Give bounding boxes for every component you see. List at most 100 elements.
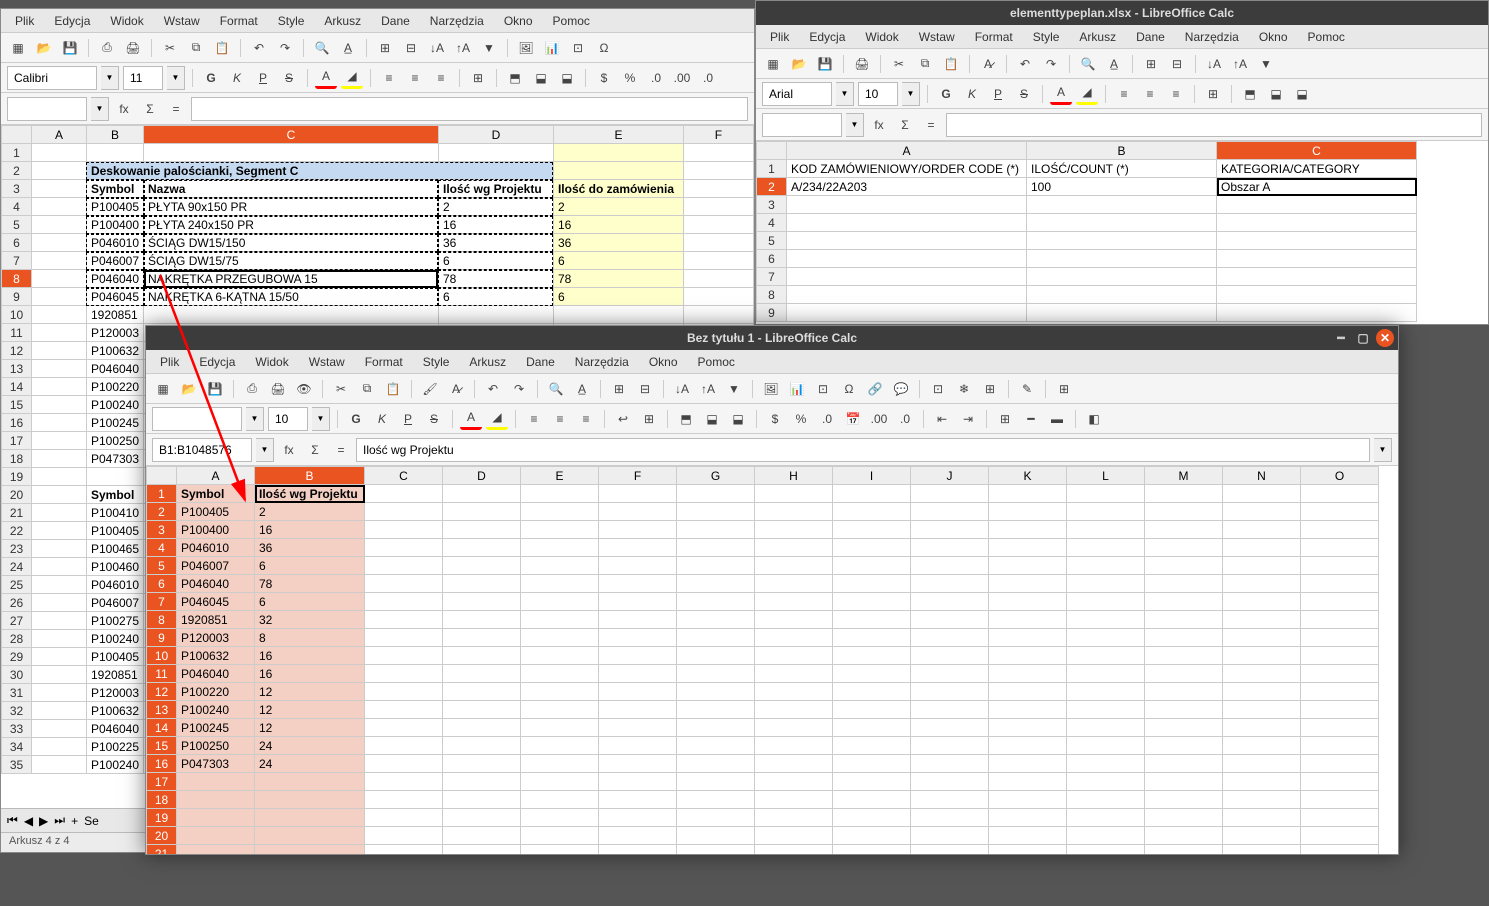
cell[interactable]: Symbol — [177, 485, 255, 503]
cell[interactable]: P120003 — [177, 629, 255, 647]
date-icon[interactable]: 📅 — [842, 408, 864, 430]
cell[interactable]: P046010 — [86, 576, 143, 594]
cell[interactable]: P100465 — [86, 540, 143, 558]
underline-icon[interactable]: P — [397, 408, 419, 430]
cell[interactable]: P100405 — [86, 198, 143, 216]
align-center-icon[interactable]: ≡ — [1139, 83, 1161, 105]
extension-icon[interactable]: ⊞ — [1053, 378, 1075, 400]
formula-input[interactable] — [191, 97, 748, 121]
export-pdf-icon[interactable]: ⎙ — [96, 37, 118, 59]
find-icon[interactable]: 🔍 — [311, 37, 333, 59]
cell[interactable]: P100220 — [177, 683, 255, 701]
special-char-icon[interactable]: Ω — [838, 378, 860, 400]
minimize-icon[interactable]: ━ — [1332, 329, 1350, 347]
cell-reference-input[interactable] — [7, 97, 87, 121]
active-cell[interactable]: Ilość wg Projektu — [255, 485, 365, 503]
cell[interactable]: KOD ZAMÓWIENIOWY/ORDER CODE (*) — [787, 160, 1027, 178]
cell[interactable]: P100405 — [177, 503, 255, 521]
fx-icon[interactable]: fx — [868, 114, 890, 136]
image-icon[interactable]: 🖼 — [760, 378, 782, 400]
cell[interactable]: 1920851 — [86, 306, 143, 324]
menu-item[interactable]: Widok — [247, 352, 296, 372]
hyperlink-icon[interactable]: 🔗 — [864, 378, 886, 400]
copy-icon[interactable]: ⧉ — [185, 37, 207, 59]
menu-item[interactable]: Plik — [762, 27, 797, 47]
undo-icon[interactable]: ↶ — [482, 378, 504, 400]
spellcheck-icon[interactable]: A̲ — [571, 378, 593, 400]
menu-item[interactable]: Plik — [152, 352, 187, 372]
border-color-icon[interactable]: ▬ — [1046, 408, 1068, 430]
font-dropdown-icon[interactable]: ▼ — [246, 407, 264, 431]
cell[interactable]: 78 — [553, 270, 683, 288]
bold-icon[interactable]: G — [200, 67, 222, 89]
cut-icon[interactable]: ✂ — [330, 378, 352, 400]
special-char-icon[interactable]: Ω — [593, 37, 615, 59]
font-name-input[interactable]: Arial — [762, 82, 832, 106]
col-header[interactable]: F — [683, 126, 753, 144]
cell[interactable]: 36 — [438, 234, 553, 252]
col-header-selected[interactable]: B — [255, 467, 365, 485]
cell[interactable]: 8 — [255, 629, 365, 647]
menu-item[interactable]: Style — [1025, 27, 1068, 47]
menu-item[interactable]: Arkusz — [461, 352, 514, 372]
font-color-icon[interactable]: A — [315, 67, 337, 89]
cell-reference-input[interactable]: B1:B1048576 — [152, 438, 252, 462]
save-icon[interactable]: 💾 — [204, 378, 226, 400]
col-icon[interactable]: ⊟ — [400, 37, 422, 59]
sort-desc-icon[interactable]: ↑A — [697, 378, 719, 400]
menu-item[interactable]: Style — [270, 11, 313, 31]
cell[interactable]: 78 — [255, 575, 365, 593]
percent-icon[interactable]: % — [790, 408, 812, 430]
titlebar-3[interactable]: Bez tytułu 1 - LibreOffice Calc ━ ▢ ✕ — [146, 326, 1398, 350]
chart-icon[interactable]: 📊 — [541, 37, 563, 59]
highlight-icon[interactable]: ◢ — [1076, 83, 1098, 105]
cut-icon[interactable]: ✂ — [159, 37, 181, 59]
cell[interactable]: P046007 — [86, 252, 143, 270]
size-dropdown-icon[interactable]: ▼ — [312, 407, 330, 431]
col-header[interactable]: E — [521, 467, 599, 485]
col-icon[interactable]: ⊟ — [1166, 53, 1188, 75]
cell[interactable]: 16 — [438, 216, 553, 234]
align-right-icon[interactable]: ≡ — [1165, 83, 1187, 105]
cell[interactable]: P047303 — [177, 755, 255, 773]
currency-icon[interactable]: $ — [593, 67, 615, 89]
currency-icon[interactable]: $ — [764, 408, 786, 430]
col-header[interactable]: C — [365, 467, 443, 485]
sheet-grid-3[interactable]: A B C D E F G H I J K L M N O 1SymbolIlo… — [146, 466, 1398, 854]
cell[interactable]: P100632 — [177, 647, 255, 665]
col-header[interactable]: D — [438, 126, 553, 144]
cell[interactable]: P120003 — [86, 684, 143, 702]
col-header-selected[interactable]: C — [144, 126, 439, 144]
save-icon[interactable]: 💾 — [59, 37, 81, 59]
decimal-dec-icon[interactable]: .0 — [894, 408, 916, 430]
borders-icon[interactable]: ⊞ — [994, 408, 1016, 430]
print-icon[interactable]: 🖨 — [267, 378, 289, 400]
cell[interactable]: P100400 — [177, 521, 255, 539]
col-header[interactable]: N — [1223, 467, 1301, 485]
cell[interactable]: 16 — [255, 665, 365, 683]
cell[interactable]: 32 — [255, 611, 365, 629]
cellref-dropdown-icon[interactable]: ▼ — [91, 97, 109, 121]
active-cell[interactable]: NAKRĘTKA PRZEGUBOWA 15 — [144, 270, 439, 288]
merge-icon[interactable]: ⊞ — [638, 408, 660, 430]
col-header[interactable]: H — [755, 467, 833, 485]
paste-icon[interactable]: 📋 — [382, 378, 404, 400]
pivot-icon[interactable]: ⊡ — [567, 37, 589, 59]
font-name-input[interactable] — [152, 407, 242, 431]
cell[interactable]: P100240 — [86, 396, 143, 414]
cell[interactable]: A/234/22A203 — [787, 178, 1027, 196]
row-icon[interactable]: ⊞ — [1140, 53, 1162, 75]
underline-icon[interactable]: P — [987, 83, 1009, 105]
menu-item[interactable]: Format — [967, 27, 1021, 47]
cell[interactable]: 24 — [255, 737, 365, 755]
new-icon[interactable]: ▦ — [152, 378, 174, 400]
menu-item[interactable]: Edycja — [46, 11, 98, 31]
font-dropdown-icon[interactable]: ▼ — [101, 66, 119, 90]
menu-item[interactable]: Dane — [518, 352, 563, 372]
valign-top-icon[interactable]: ⬒ — [675, 408, 697, 430]
paste-icon[interactable]: 📋 — [211, 37, 233, 59]
indent-dec-icon[interactable]: ⇤ — [931, 408, 953, 430]
col-header[interactable]: D — [443, 467, 521, 485]
font-size-input[interactable]: 10 — [268, 407, 308, 431]
row-icon[interactable]: ⊞ — [608, 378, 630, 400]
